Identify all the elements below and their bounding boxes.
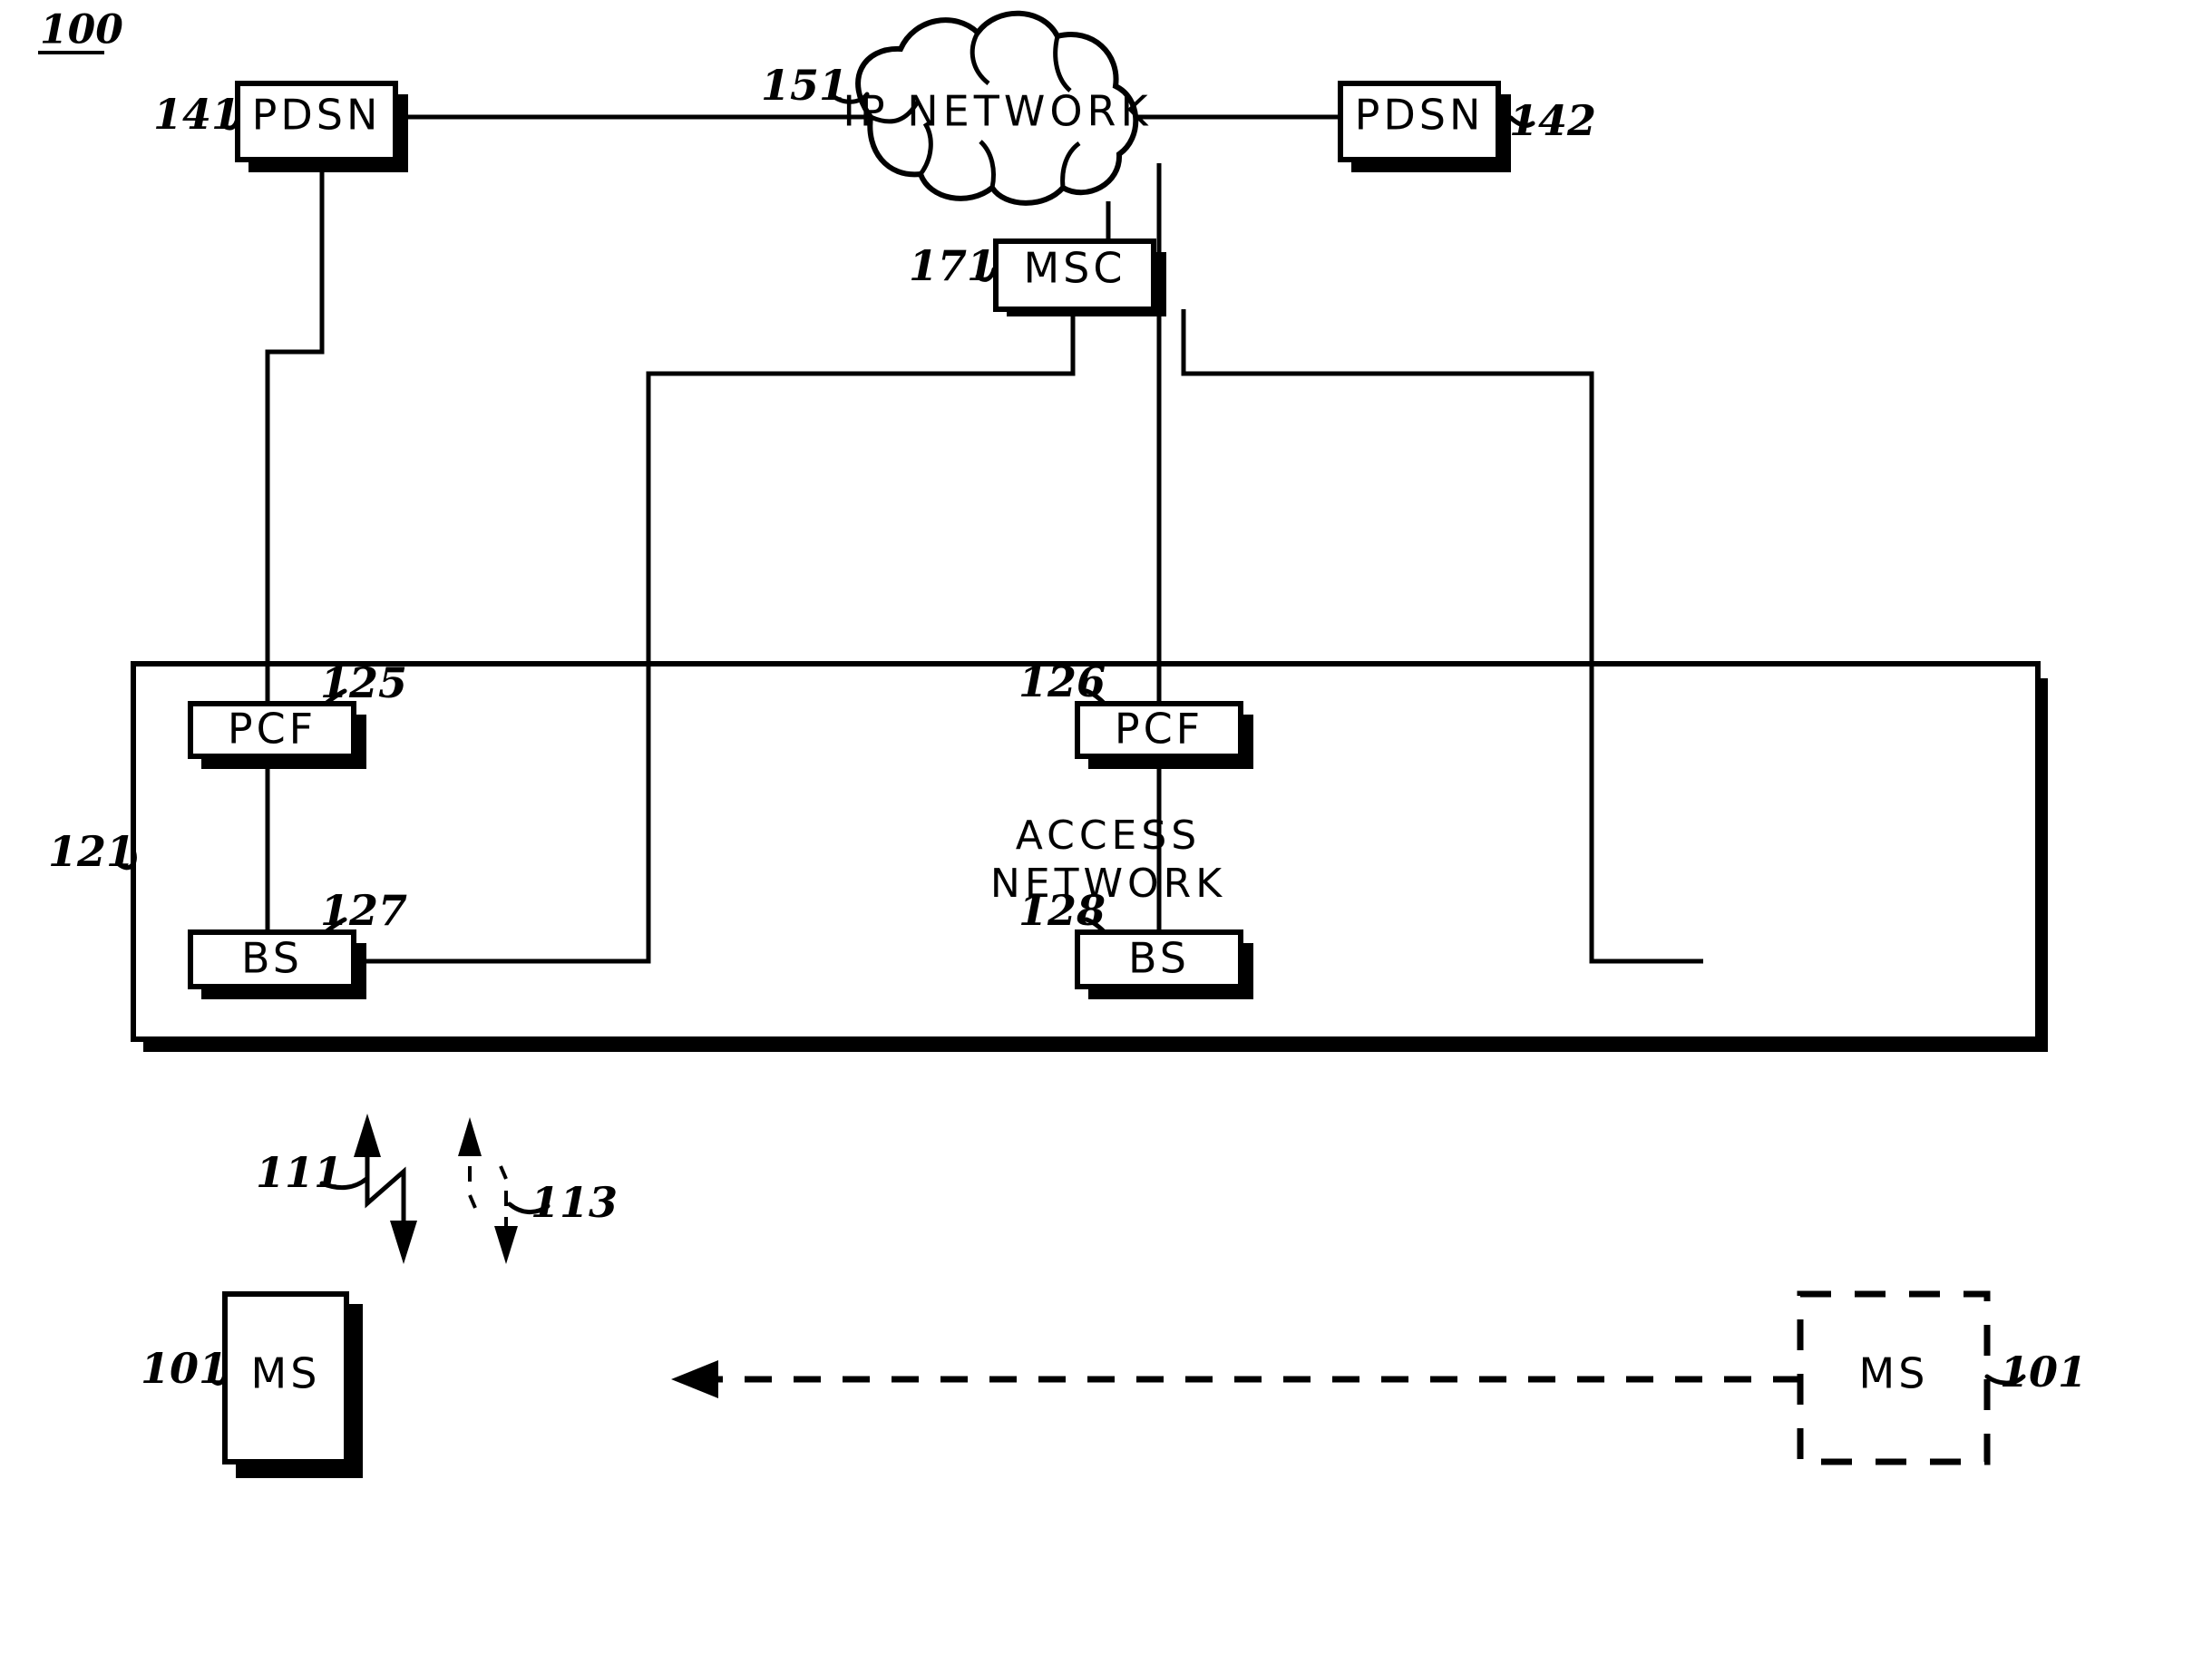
node-ms-right: MS 101 — [1797, 1290, 2087, 1465]
figure-number: 100 — [40, 7, 123, 54]
ref-101-right: 101 — [2000, 1348, 2087, 1396]
figure-number-group: 100 — [38, 7, 123, 54]
node-msc: MSC 171 — [909, 238, 1166, 316]
signal-solid-111: 111 — [256, 1114, 417, 1264]
ip-network-label: IP NETWORK — [843, 87, 1152, 136]
ms-right-label: MS — [1859, 1349, 1929, 1398]
handoff-motion-arrow — [671, 1360, 1800, 1398]
ref-141: 141 — [153, 90, 240, 139]
ref-111: 111 — [256, 1148, 343, 1197]
bs-right-label: BS — [1128, 934, 1190, 983]
signal-113-seg-d — [499, 1165, 508, 1180]
signal-113-arrow-down — [494, 1226, 518, 1264]
node-ip-network: IP NETWORK 151 — [761, 10, 1152, 206]
handoff-arrow-head — [671, 1360, 718, 1398]
node-pdsn-right: PDSN 142 — [1338, 81, 1596, 172]
node-pdsn-left: PDSN 141 — [153, 81, 408, 172]
signal-113-seg-c — [468, 1194, 477, 1209]
msc-label: MSC — [1023, 244, 1125, 293]
diagram-canvas: 100 ACCESS NETWORK 121 PDSN 141 PDSN 142… — [38, 7, 2087, 1478]
node-bs-left: BS 127 — [188, 886, 407, 999]
pdsn-right-label: PDSN — [1355, 91, 1485, 140]
ref-113: 113 — [531, 1178, 618, 1227]
node-ms-left: MS 101 — [141, 1291, 363, 1478]
pdsn-left-label: PDSN — [252, 91, 382, 140]
ms-left-label: MS — [251, 1349, 321, 1398]
link-msc-to-bs-right-upper — [1181, 309, 1594, 650]
ref-171: 171 — [909, 241, 996, 290]
patent-figure: 100 ACCESS NETWORK 121 PDSN 141 PDSN 142… — [0, 0, 2212, 1664]
signal-dashed-113: 113 — [458, 1117, 618, 1264]
bs-left-label: BS — [241, 934, 303, 983]
ref-126: 126 — [1018, 657, 1106, 706]
signal-113-arrow-up — [458, 1117, 482, 1156]
ref-142: 142 — [1509, 96, 1596, 145]
access-network-label-line1: ACCESS — [1016, 813, 1201, 859]
ref-101-left: 101 — [141, 1344, 228, 1393]
signal-111-arrow-down — [390, 1221, 417, 1264]
pcf-left-label: PCF — [228, 705, 317, 754]
node-pcf-right: PCF 126 — [1018, 657, 1253, 769]
pcf-right-label: PCF — [1115, 705, 1203, 754]
ref-151: 151 — [761, 61, 848, 110]
signal-111-arrow-up — [354, 1114, 381, 1157]
ref-128: 128 — [1018, 886, 1106, 935]
link-msc-to-bs-right-lower — [1589, 650, 1703, 964]
link-msc-to-bs-left-upper — [646, 309, 1076, 650]
link-pdsn-left-to-pcf-left — [265, 163, 325, 760]
